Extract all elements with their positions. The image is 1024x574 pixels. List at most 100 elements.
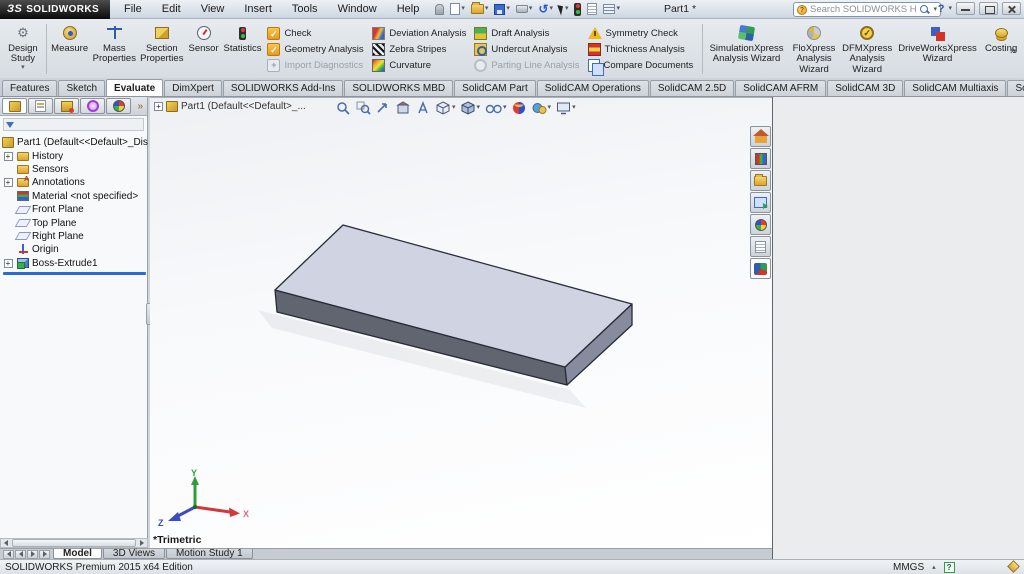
search-icon[interactable]: [920, 4, 930, 15]
custom-properties-tab[interactable]: [750, 236, 771, 257]
tab-model[interactable]: Model: [53, 548, 102, 559]
draft-analysis-button[interactable]: Draft Analysis: [474, 26, 579, 40]
search-box[interactable]: ? Search SOLIDWORKS Help ▾: [793, 2, 941, 17]
tab-solidworks-add-ins[interactable]: SOLIDWORKS Add-Ins: [222, 80, 344, 96]
undercut-analysis-button[interactable]: Undercut Analysis: [474, 42, 579, 56]
rebuild-button[interactable]: [572, 2, 583, 17]
menu-window[interactable]: Window: [328, 1, 387, 17]
tree-horizontal-scrollbar[interactable]: [0, 538, 148, 548]
search-input[interactable]: Search SOLIDWORKS Help: [810, 4, 917, 15]
geometry-analysis-button[interactable]: ✓ Geometry Analysis: [267, 42, 364, 56]
zoom-to-fit-button[interactable]: [335, 100, 352, 116]
tab-solidcam-turning[interactable]: SolidCAM Turning: [1007, 80, 1024, 96]
tab-solidworks-mbd[interactable]: SOLIDWORKS MBD: [344, 80, 454, 96]
view-orientation-button[interactable]: ▾: [435, 100, 457, 116]
new-document-button[interactable]: ▾: [448, 2, 467, 16]
dfmxpress-wizard-button[interactable]: ✓ DFMXpress Analysis Wizard: [840, 21, 895, 77]
expand-icon[interactable]: +: [3, 258, 13, 268]
tab-solidcam-25d[interactable]: SolidCAM 2.5D: [649, 80, 735, 96]
design-study-button[interactable]: ⚙ Design Study ▾: [2, 21, 44, 77]
hide-show-items-button[interactable]: ▾: [484, 100, 508, 116]
select-button[interactable]: ▾: [557, 2, 571, 16]
compare-documents-button[interactable]: Compare Documents: [587, 58, 696, 76]
rollback-bar[interactable]: [3, 271, 146, 275]
tree-item-history[interactable]: + History: [2, 149, 147, 162]
tab-solidcam-operations[interactable]: SolidCAM Operations: [536, 80, 649, 96]
tab-solidcam-afrm[interactable]: SolidCAM AFRM: [735, 80, 827, 96]
deviation-analysis-button[interactable]: Deviation Analysis: [372, 26, 466, 40]
configurationmanager-tab[interactable]: [54, 98, 79, 114]
tab-solidcam-multiaxis[interactable]: SolidCAM Multiaxis: [904, 80, 1007, 96]
file-explorer-tab[interactable]: [750, 170, 771, 191]
menu-edit[interactable]: Edit: [152, 1, 191, 17]
tree-item-annotations[interactable]: + A Annotations: [2, 176, 147, 189]
restore-button[interactable]: [979, 2, 998, 15]
mass-properties-button[interactable]: Mass Properties: [91, 21, 139, 77]
save-button[interactable]: ▾: [492, 3, 512, 16]
displaymanager-tab[interactable]: [106, 98, 131, 114]
minimize-button[interactable]: [956, 2, 975, 15]
tab-3d-views[interactable]: 3D Views: [102, 548, 165, 559]
tree-item-top-plane[interactable]: Top Plane: [2, 216, 147, 229]
statistics-button[interactable]: Statistics: [222, 21, 264, 77]
view-settings-button[interactable]: ▾: [555, 100, 577, 116]
tab-sketch[interactable]: Sketch: [58, 80, 106, 96]
simulationxpress-wizard-button[interactable]: SimulationXpress Analysis Wizard: [705, 21, 789, 77]
dimxpertmanager-tab[interactable]: [80, 98, 105, 114]
help-button[interactable]: ?: [938, 3, 945, 15]
graphics-viewport[interactable]: + Part1 (Default<<Default>_... ▾ ▾ ▾ ▾ ▾…: [150, 97, 772, 548]
last-tab-button[interactable]: [39, 549, 50, 559]
section-view-button[interactable]: [395, 100, 412, 116]
tree-filter-field[interactable]: [3, 118, 144, 131]
scroll-right-arrow[interactable]: [137, 539, 147, 547]
open-button[interactable]: ▾: [469, 2, 491, 15]
tree-item-part1-root[interactable]: Part1 (Default<<Default>_Disp: [2, 136, 153, 149]
measure-button[interactable]: Measure: [49, 21, 91, 77]
help-dropdown-arrow[interactable]: ▾: [948, 5, 952, 12]
display-style-button[interactable]: ▾: [460, 100, 482, 116]
quick-tips-icon[interactable]: ?: [943, 561, 955, 573]
thickness-analysis-button[interactable]: Thickness Analysis: [587, 42, 696, 56]
close-button[interactable]: [1002, 2, 1021, 15]
scrollbar-thumb[interactable]: [12, 539, 136, 547]
undo-button[interactable]: ↺ ▾: [536, 2, 555, 16]
tab-evaluate[interactable]: Evaluate: [106, 79, 164, 96]
view-palette-tab[interactable]: [750, 192, 771, 213]
tree-item-material[interactable]: Material <not specified>: [2, 190, 147, 203]
flyout-tree-expand-icon[interactable]: +: [154, 102, 163, 111]
tab-solidcam-3d[interactable]: SolidCAM 3D: [827, 80, 904, 96]
curvature-button[interactable]: Curvature: [372, 58, 466, 72]
next-tab-button[interactable]: [27, 549, 38, 559]
menu-insert[interactable]: Insert: [234, 1, 282, 17]
section-properties-button[interactable]: Section Properties: [138, 21, 186, 77]
ribbon-overflow-chevron[interactable]: »: [1010, 45, 1016, 57]
first-tab-button[interactable]: [3, 549, 14, 559]
tab-motion-study-1[interactable]: Motion Study 1: [165, 548, 253, 559]
zebra-stripes-button[interactable]: Zebra Stripes: [372, 42, 466, 56]
expand-icon[interactable]: +: [3, 178, 13, 188]
tag-icon[interactable]: [1007, 560, 1020, 573]
expand-icon[interactable]: +: [3, 151, 13, 161]
propertymanager-tab[interactable]: [28, 98, 53, 114]
menu-help[interactable]: Help: [387, 1, 430, 17]
print-button[interactable]: ▾: [514, 4, 535, 14]
menu-tools[interactable]: Tools: [282, 1, 328, 17]
menu-view[interactable]: View: [191, 1, 235, 17]
units-value[interactable]: MMGS: [893, 562, 924, 573]
sensor-button[interactable]: Sensor: [186, 21, 222, 77]
tab-solidcam-part[interactable]: SolidCAM Part: [454, 80, 536, 96]
manager-overflow-chevron[interactable]: »: [137, 101, 145, 112]
driveworksxpress-wizard-button[interactable]: DriveWorksXpress Wizard: [895, 21, 980, 77]
tab-dimxpert[interactable]: DimXpert: [164, 80, 222, 96]
viewport-breadcrumb[interactable]: + Part1 (Default<<Default>_...: [154, 101, 306, 112]
tree-item-origin[interactable]: Origin: [2, 243, 147, 256]
search-dropdown-arrow[interactable]: ▾: [933, 6, 937, 13]
file-properties-button[interactable]: [585, 2, 599, 16]
tab-features[interactable]: Features: [2, 80, 58, 96]
tree-item-sensors[interactable]: Sensors: [2, 163, 147, 176]
featuremanager-tab[interactable]: [2, 98, 27, 114]
tree-item-boss-extrude1[interactable]: + Boss-Extrude1: [2, 257, 147, 270]
menu-pin-icon[interactable]: [433, 3, 446, 16]
edit-appearance-button[interactable]: [511, 100, 528, 116]
solidworks-resources-tab[interactable]: [750, 126, 771, 147]
